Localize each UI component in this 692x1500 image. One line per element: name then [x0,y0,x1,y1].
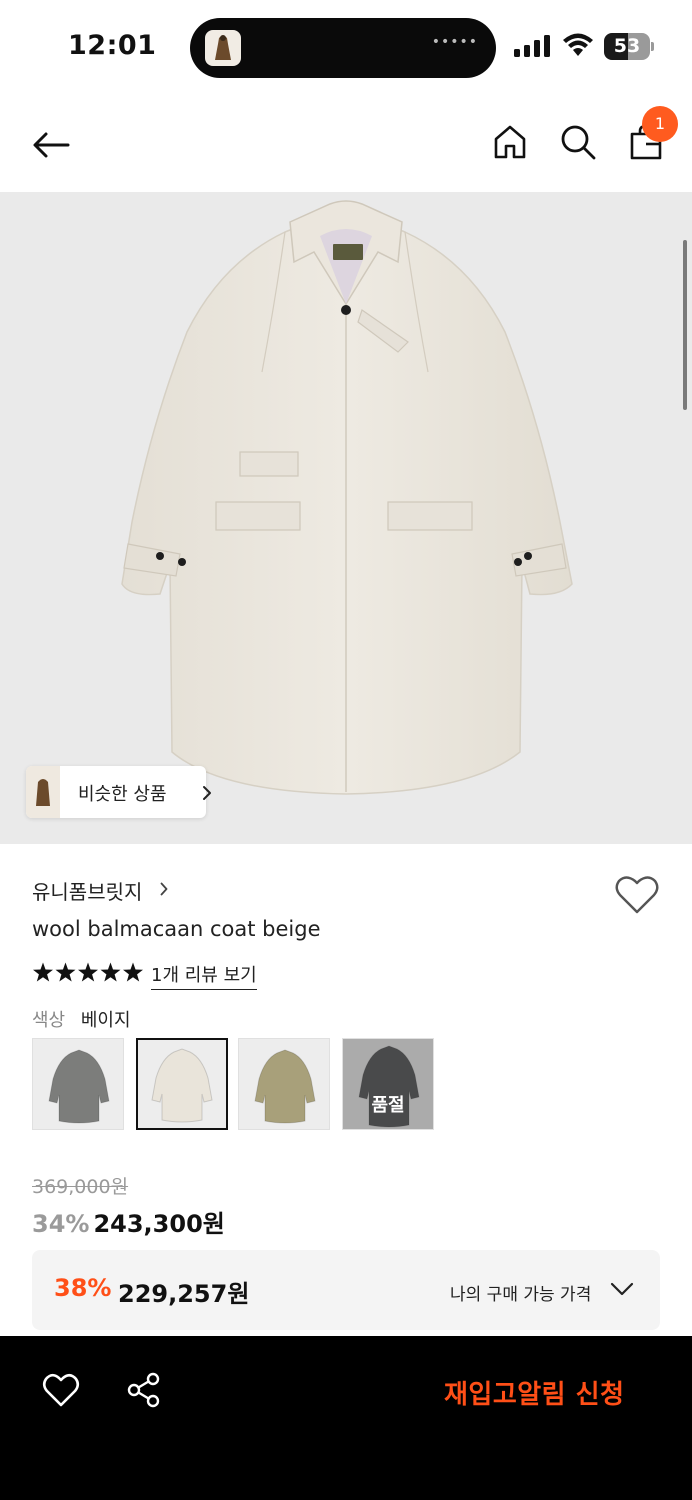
swatch-coat-image [151,1048,213,1123]
product-image[interactable] [0,192,692,844]
back-arrow-icon[interactable] [28,122,74,168]
wifi-icon [563,33,593,56]
search-icon[interactable] [558,122,598,162]
home-icon[interactable] [490,122,530,162]
image-scrollbar[interactable] [683,240,687,410]
my-discount-rate: 38% [54,1274,112,1302]
my-purchase-price-dropdown[interactable]: 38% 229,257원 나의 구매 가능 가격 [32,1250,660,1330]
similar-thumbnail [26,766,60,818]
top-nav [0,96,692,192]
color-swatch-charcoal-soldout[interactable]: 품절 [342,1038,434,1130]
color-swatch-gray[interactable] [32,1038,124,1130]
chevron-right-icon [160,882,168,896]
color-row: 색상 베이지 [32,1006,131,1032]
my-price-label: 나의 구매 가능 가격 [450,1285,592,1305]
swatch-coat-image [254,1049,316,1124]
discount-rate: 34% [32,1210,90,1238]
coat-image [121,200,573,795]
swatch-coat-image [48,1049,110,1124]
star-icon [78,962,98,982]
signal-icon [514,35,550,57]
similar-products-label: 비슷한 상품 [78,784,167,805]
star-icon [55,962,76,982]
similar-products-button[interactable]: 비슷한 상품 [26,766,211,818]
sale-price: 243,300원 [93,1210,225,1238]
battery-icon: 53 [604,33,654,60]
now-playing-thumbnail [205,30,241,66]
status-time: 12:01 [68,30,157,61]
sale-price-row: 34% 243,300원 [32,1204,225,1239]
color-swatch-khaki[interactable] [238,1038,330,1130]
my-price: 229,257원 [118,1280,250,1308]
cart-count-badge: 1 [642,106,678,142]
product-name: wool balmacaan coat beige [32,917,321,941]
island-dots: ••••• [431,34,478,50]
share-icon[interactable] [126,1372,162,1408]
original-price: 369,000원 [32,1176,129,1198]
color-swatch-beige[interactable] [136,1038,228,1130]
brand-name: 유니폼브릿지 [32,880,143,904]
star-icon [123,962,143,982]
color-label: 색상 [32,1010,66,1031]
dynamic-island[interactable]: ••••• [190,18,496,78]
restock-alert-button[interactable]: 재입고알림 신청 [444,1374,625,1411]
heart-outline-icon[interactable] [614,874,660,916]
heart-outline-icon[interactable] [42,1372,80,1408]
color-value: 베이지 [80,1010,131,1031]
rating-stars [33,962,143,982]
chevron-down-icon [610,1282,634,1296]
review-link[interactable]: 1개 리뷰 보기 [151,961,257,990]
status-bar: 12:01 ••••• 53 [0,0,692,96]
star-icon [100,962,121,982]
soldout-label: 품절 [371,1095,405,1116]
star-icon [33,962,53,982]
brand-link[interactable]: 유니폼브릿지 [32,876,168,906]
bottom-action-bar: 재입고알림 신청 [0,1336,692,1500]
chevron-right-icon [203,786,211,800]
battery-percent: 53 [613,35,641,57]
